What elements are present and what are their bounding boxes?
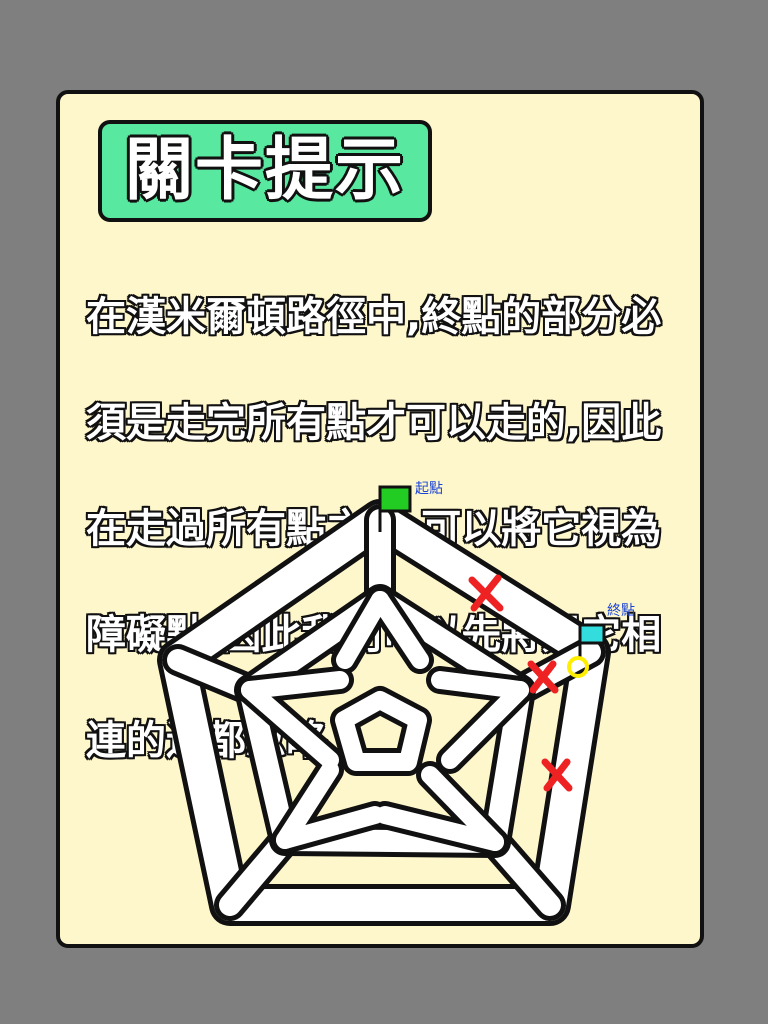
inner-spokes — [236, 586, 534, 856]
inner-pentagon-path — [330, 686, 432, 776]
hamiltonian-graph-diagram: 起點 終點 — [157, 481, 635, 926]
start-label: 起點 — [415, 481, 443, 497]
end-label: 終點 — [607, 603, 635, 619]
